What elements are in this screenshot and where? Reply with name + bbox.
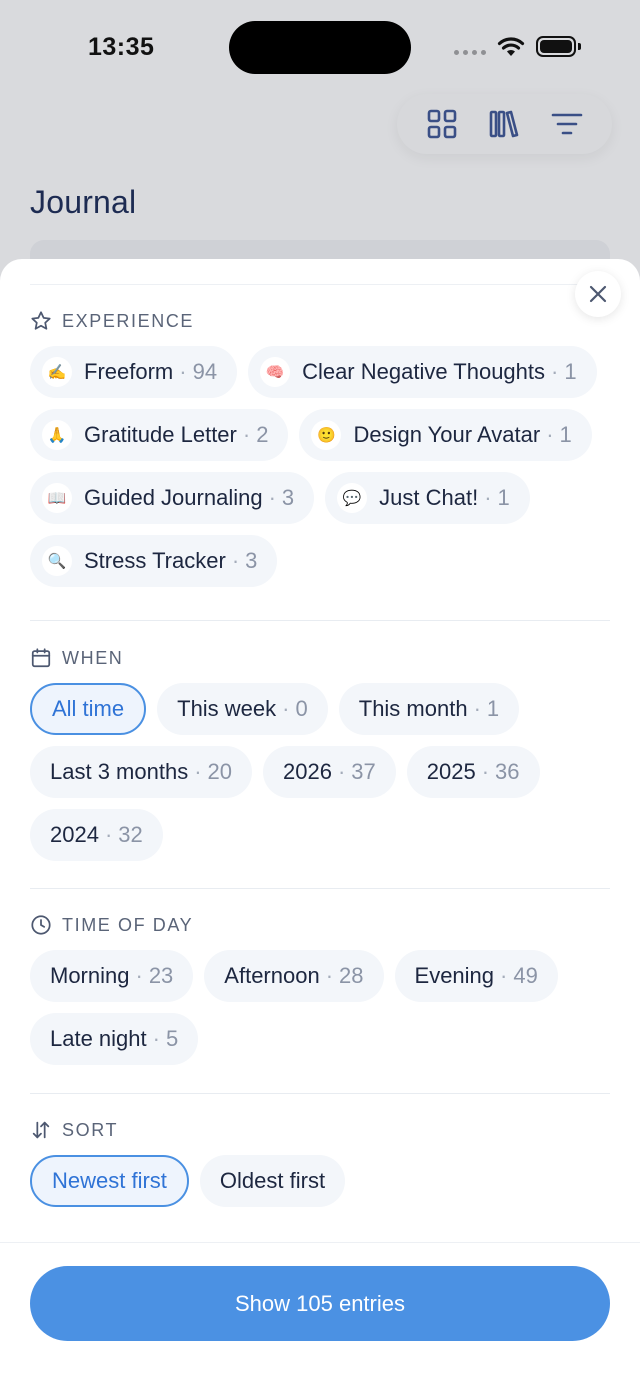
show-entries-button[interactable]: Show 105 entries xyxy=(30,1266,610,1341)
chip-morning[interactable]: Morning · 23 xyxy=(30,950,194,1002)
section-title: TIME OF DAY xyxy=(62,914,194,935)
chip-2026[interactable]: 2026 · 37 xyxy=(263,746,396,798)
section-divider xyxy=(30,1093,610,1094)
section-sort: SORT Newest first Oldest first xyxy=(30,1117,610,1207)
chip-evening[interactable]: Evening · 49 xyxy=(394,950,558,1002)
grid-icon xyxy=(427,109,457,139)
signal-icon xyxy=(454,50,486,55)
chip-just-chat[interactable]: 💬 Just Chat! · 1 xyxy=(325,472,530,524)
grid-view-button[interactable] xyxy=(422,104,462,144)
calendar-icon xyxy=(31,648,51,668)
chip-late-night[interactable]: Late night · 5 xyxy=(30,1013,199,1065)
status-time: 13:35 xyxy=(88,33,155,61)
sort-icon xyxy=(32,1121,50,1139)
battery-icon xyxy=(536,36,576,57)
status-bar: 13:35 xyxy=(0,0,640,90)
section-title: SORT xyxy=(62,1119,119,1140)
chip-stress-tracker[interactable]: 🔍 Stress Tracker · 3 xyxy=(30,535,278,587)
chat-icon: 💬 xyxy=(337,483,368,513)
time-of-day-chips: Morning · 23 Afternoon · 28 Evening · 49 Late … xyxy=(30,950,610,1065)
chip-oldest-first[interactable]: Oldest first xyxy=(199,1155,346,1207)
sort-chips: Newest first Oldest first xyxy=(30,1155,610,1207)
avatar-icon: 🙂 xyxy=(311,420,342,450)
brain-icon: 🧠 xyxy=(260,357,291,387)
section-when: WHEN All time This week · 0 This month · 1 L… xyxy=(30,645,610,861)
chip-afternoon[interactable]: Afternoon · 28 xyxy=(204,950,384,1002)
chip-clear-negative-thoughts[interactable]: 🧠 Clear Negative Thoughts · 1 xyxy=(248,346,597,398)
chip-last-3-months[interactable]: Last 3 months · 20 xyxy=(30,746,252,798)
library-button[interactable] xyxy=(484,104,524,144)
chip-guided-journaling[interactable]: 📖 Guided Journaling · 3 xyxy=(30,472,315,524)
chip-this-month[interactable]: This month · 1 xyxy=(338,683,520,735)
chip-this-week[interactable]: This week · 0 xyxy=(157,683,328,735)
filter-sheet: EXPERIENCE ✍️ Freeform · 94 🧠 Clear Negative… xyxy=(0,259,640,1391)
section-divider xyxy=(30,620,610,621)
chip-newest-first[interactable]: Newest first xyxy=(30,1155,189,1207)
magnifier-icon: 🔍 xyxy=(42,546,72,576)
section-title: EXPERIENCE xyxy=(62,310,195,331)
gratitude-icon: 🙏 xyxy=(42,420,72,450)
battery-tip xyxy=(578,43,581,50)
page-title: Journal xyxy=(30,184,137,220)
clock-icon xyxy=(31,915,51,935)
section-time-of-day: TIME OF DAY Morning · 23 Afternoon · 28 Even… xyxy=(30,912,610,1065)
view-toolbar xyxy=(397,94,612,154)
chip-2024[interactable]: 2024 · 32 xyxy=(30,809,163,861)
when-chips: All time This week · 0 This month · 1 Last 3… xyxy=(30,683,610,861)
library-icon xyxy=(490,110,519,138)
experience-chips: ✍️ Freeform · 94 🧠 Clear Negative Thoughts · 1… xyxy=(30,346,610,587)
chip-gratitude-letter[interactable]: 🙏 Gratitude Letter · 2 xyxy=(30,409,289,461)
sheet-divider xyxy=(30,284,610,285)
book-icon: 📖 xyxy=(42,483,72,513)
footer-divider xyxy=(0,1242,640,1243)
chip-2025[interactable]: 2025 · 36 xyxy=(406,746,540,798)
close-icon xyxy=(589,285,607,303)
section-experience: EXPERIENCE ✍️ Freeform · 94 🧠 Clear Negative… xyxy=(30,308,610,587)
section-title: WHEN xyxy=(62,647,124,668)
filter-button[interactable] xyxy=(547,104,587,144)
dynamic-island xyxy=(229,21,411,74)
pencil-icon: ✍️ xyxy=(42,357,72,387)
filter-icon xyxy=(551,113,583,135)
wifi-icon xyxy=(497,37,525,56)
chip-freeform[interactable]: ✍️ Freeform · 94 xyxy=(30,346,238,398)
chip-all-time[interactable]: All time xyxy=(30,683,147,735)
star-icon xyxy=(31,311,51,330)
section-divider xyxy=(30,888,610,889)
chip-design-your-avatar[interactable]: 🙂 Design Your Avatar · 1 xyxy=(299,409,592,461)
